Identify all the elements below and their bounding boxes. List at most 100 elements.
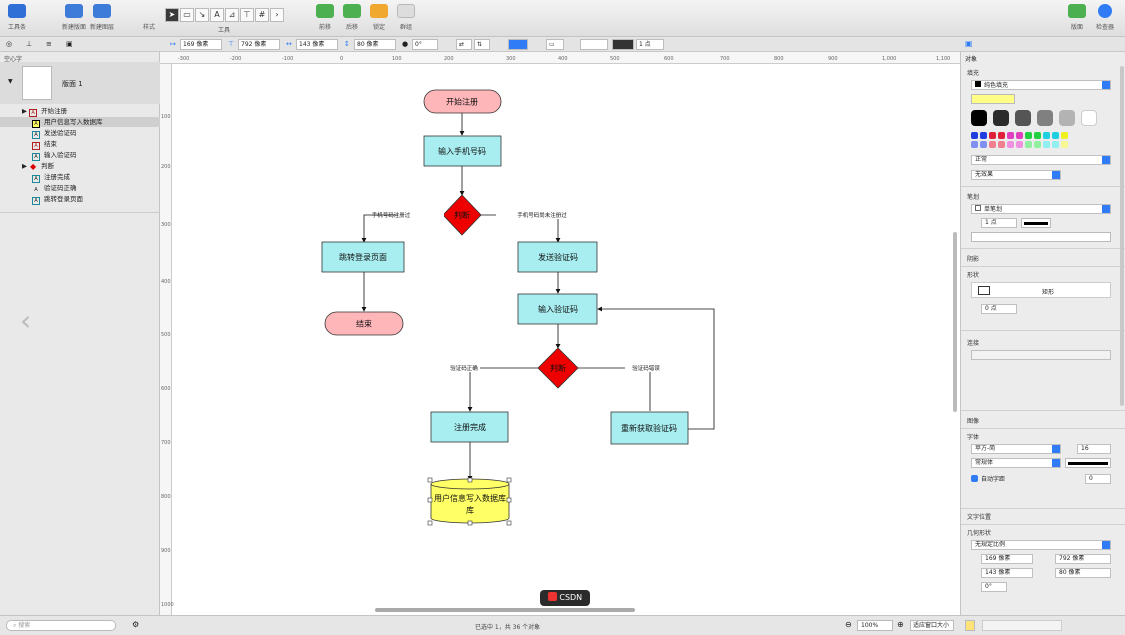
canvas-name[interactable]: 版面 1 <box>62 79 83 89</box>
group-button[interactable]: 群组 <box>397 4 415 31</box>
text-tool[interactable]: A <box>210 8 224 22</box>
auto-kerning-checkbox[interactable]: 自动字距 <box>971 474 1005 483</box>
connect-section-title[interactable]: 连接 <box>967 338 979 347</box>
color-chip[interactable] <box>1052 141 1059 148</box>
layer-item[interactable]: A 跳转登录页面 <box>32 194 83 205</box>
layer-item[interactable]: ▶ ◆ 判断 <box>22 161 54 171</box>
color-chip[interactable] <box>989 132 996 139</box>
geometry-y-field[interactable]: 792 像素 <box>1055 554 1111 564</box>
stroke-section-title[interactable]: 笔划 <box>967 192 979 201</box>
char-spacing-field[interactable]: 0 <box>1085 474 1111 484</box>
color-chip[interactable] <box>971 141 978 148</box>
fill-color-well[interactable] <box>971 94 1015 104</box>
grid-tool[interactable]: # <box>255 8 269 22</box>
angle-field[interactable]: 0° <box>412 39 438 50</box>
font-section-title[interactable]: 字体 <box>967 432 979 441</box>
color-chip[interactable] <box>1061 132 1068 139</box>
style-button[interactable]: 样式 <box>140 4 158 31</box>
layer-item[interactable]: A 输入验证码 <box>32 150 77 161</box>
color-chip[interactable] <box>1007 132 1014 139</box>
palette-swatch[interactable] <box>1015 110 1031 126</box>
vertical-scrollbar[interactable] <box>953 232 957 412</box>
shape-button[interactable]: ▭ <box>546 39 564 50</box>
fill-effect-select[interactable]: 无效果 <box>971 170 1061 180</box>
corner-radius-field[interactable]: 0 点 <box>981 304 1017 314</box>
color-chip[interactable] <box>1034 132 1041 139</box>
fill-color-well[interactable] <box>508 39 528 50</box>
object-tab-icon[interactable]: ▣ <box>965 39 973 48</box>
select-tool[interactable]: ➤ <box>165 8 179 22</box>
color-chip[interactable] <box>1052 132 1059 139</box>
width-field[interactable]: 143 像素 <box>296 39 338 50</box>
stroke-width-field[interactable]: 1 点 <box>636 39 664 50</box>
layer-item[interactable]: ▶ A 开始注册 <box>22 106 67 117</box>
line-tool[interactable]: ↘ <box>195 8 209 22</box>
color-chip[interactable] <box>980 141 987 148</box>
aspect-ratio-select[interactable]: 无规定比例 <box>971 540 1111 550</box>
color-chip[interactable] <box>998 132 1005 139</box>
shape-select[interactable]: 矩形 <box>971 282 1111 298</box>
geometry-height-field[interactable]: 80 像素 <box>1055 568 1111 578</box>
color-chip[interactable] <box>1007 141 1014 148</box>
list-icon[interactable]: ≡ <box>46 40 52 48</box>
pen-tool[interactable]: ⊿ <box>225 8 239 22</box>
disclosure-triangle-icon[interactable]: ▼ <box>8 78 13 85</box>
fill-section-title[interactable]: 填充 <box>967 68 979 77</box>
inspector-button[interactable]: 检查器 <box>1096 4 1114 31</box>
palette-swatch[interactable] <box>993 110 1009 126</box>
flip-h-button[interactable]: ⇄ <box>456 39 472 50</box>
outline-icon[interactable]: ⊥ <box>26 40 32 48</box>
diagram-tool[interactable]: ⊤ <box>240 8 254 22</box>
send-backward-button[interactable]: 后移 <box>343 4 361 31</box>
color-chip[interactable] <box>1043 132 1050 139</box>
geometry-section-title[interactable]: 几何形状 <box>967 528 991 537</box>
shadow-section-title[interactable]: 阴影 <box>967 254 979 263</box>
lock-button[interactable]: 锁定 <box>370 4 388 31</box>
prev-arrow-icon[interactable]: ‹ <box>20 304 31 337</box>
style-tray[interactable] <box>982 620 1062 631</box>
x-position-field[interactable]: 169 像素 <box>180 39 222 50</box>
shape-section-title[interactable]: 形状 <box>967 270 979 279</box>
stroke-width-select[interactable]: 1 点 <box>981 218 1017 228</box>
stroke-color-well[interactable] <box>612 39 634 50</box>
layer-item[interactable]: A 注册完成 <box>32 172 70 183</box>
color-chip[interactable] <box>1034 141 1041 148</box>
layer-search-input[interactable]: ⌕ 搜索 <box>6 620 116 631</box>
fit-window-button[interactable]: 适应窗口大小 <box>910 620 954 631</box>
color-chip[interactable] <box>1061 141 1068 148</box>
image-section-title[interactable]: 图像 <box>967 416 979 425</box>
height-field[interactable]: 80 像素 <box>354 39 396 50</box>
zoom-out-icon[interactable]: ⊖ <box>845 620 852 629</box>
horizontal-scrollbar[interactable] <box>375 608 635 612</box>
rect-tool[interactable]: ▭ <box>180 8 194 22</box>
text-color-well[interactable] <box>1065 458 1111 468</box>
color-chip[interactable] <box>971 132 978 139</box>
font-size-field[interactable]: 16 <box>1077 444 1111 454</box>
color-chip[interactable] <box>989 141 996 148</box>
more-tool[interactable]: › <box>270 8 284 22</box>
palette-swatch[interactable] <box>1081 110 1097 126</box>
y-position-field[interactable]: 792 像素 <box>238 39 280 50</box>
color-chip[interactable] <box>1016 141 1023 148</box>
color-chip[interactable] <box>980 132 987 139</box>
canvas-list-icon[interactable]: ▣ <box>66 40 73 48</box>
font-weight-select[interactable]: 常规体 <box>971 458 1061 468</box>
bring-forward-button[interactable]: 前移 <box>316 4 334 31</box>
palette-swatch[interactable] <box>971 110 987 126</box>
canvas-button[interactable]: 版面 <box>1068 4 1086 31</box>
style-tray-icon[interactable] <box>965 620 975 631</box>
text-position-section-title[interactable]: 文字位置 <box>967 512 991 521</box>
stroke-style-select[interactable] <box>580 39 608 50</box>
geometry-x-field[interactable]: 169 像素 <box>981 554 1033 564</box>
layer-item[interactable]: A 发送验证码 <box>32 128 77 139</box>
palette-swatch[interactable] <box>1037 110 1053 126</box>
gear-icon[interactable]: ⚙ <box>132 620 139 629</box>
color-chip[interactable] <box>1025 141 1032 148</box>
stroke-type-select[interactable]: 单笔划 <box>971 204 1111 214</box>
color-chip[interactable] <box>998 141 1005 148</box>
palette-swatch[interactable] <box>1059 110 1075 126</box>
layers-icon[interactable]: ◎ <box>6 40 12 48</box>
geometry-angle-field[interactable]: 0° <box>981 582 1007 592</box>
font-family-select[interactable]: 苹方-简 <box>971 444 1061 454</box>
zoom-select[interactable]: 100% <box>857 620 893 631</box>
